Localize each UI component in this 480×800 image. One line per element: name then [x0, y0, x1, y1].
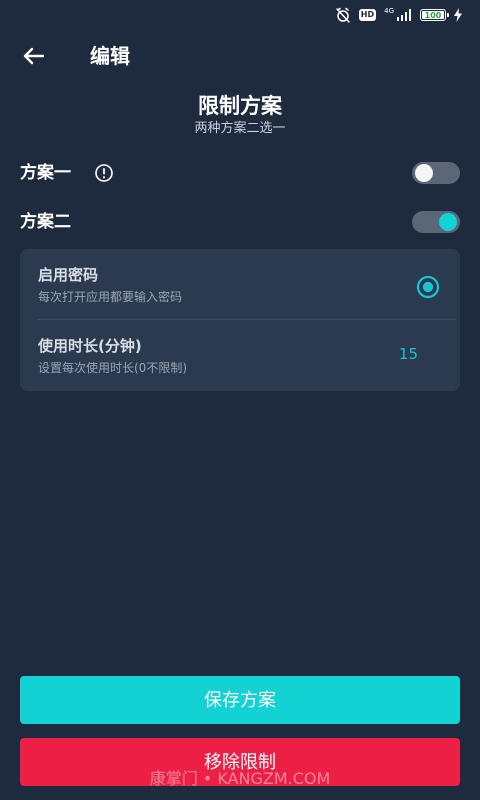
enable-password-item[interactable]: 启用密码 每次打开应用都要输入密码: [20, 249, 460, 319]
info-icon[interactable]: [94, 163, 114, 183]
plan-title: 限制方案: [198, 94, 282, 118]
battery-level-text: 100: [424, 10, 442, 20]
plan-two-row: 方案二: [20, 207, 460, 237]
hd-badge: HD: [358, 9, 377, 21]
usage-duration-item[interactable]: 使用时长(分钟) 设置每次使用时长(0不限制) 15: [20, 320, 460, 390]
plan-subtitle: 两种方案二选一: [194, 121, 286, 136]
charging-bolt-icon: [454, 8, 462, 22]
plan-two-label: 方案二: [20, 212, 71, 232]
page-title: 编辑: [90, 44, 130, 68]
usage-duration-value[interactable]: 15: [399, 342, 418, 366]
enable-password-label: 启用密码: [38, 266, 99, 284]
watermark: 康掌门 • KANGZM.COM: [149, 769, 331, 788]
plan-two-toggle[interactable]: [412, 211, 460, 233]
toggle-knob: [415, 164, 433, 182]
enable-password-description: 每次打开应用都要输入密码: [38, 290, 183, 304]
plan-one-label: 方案一: [20, 163, 71, 183]
network-type-label: 4G: [384, 6, 394, 15]
usage-duration-description: 设置每次使用时长(0不限制): [38, 361, 187, 375]
arrow-left-icon[interactable]: [20, 42, 48, 70]
save-plan-button[interactable]: 保存方案: [20, 676, 460, 724]
alarm-off-icon: [336, 7, 350, 23]
status-bar: HD 4G 100: [0, 0, 480, 30]
usage-duration-label: 使用时长(分钟): [38, 337, 142, 355]
toggle-knob: [439, 213, 457, 231]
status-icons: HD 4G 100: [335, 6, 462, 24]
plan-one-row: 方案一: [20, 158, 460, 188]
plan-one-toggle[interactable]: [412, 162, 460, 184]
radio-selected-icon[interactable]: [416, 275, 440, 299]
settings-card: 启用密码 每次打开应用都要输入密码 使用时长(分钟) 设置每次使用时长(0不限制…: [20, 249, 460, 391]
battery-icon: 100: [420, 9, 449, 21]
signal-icon: [397, 9, 411, 21]
app-bar: 编辑: [0, 38, 480, 74]
